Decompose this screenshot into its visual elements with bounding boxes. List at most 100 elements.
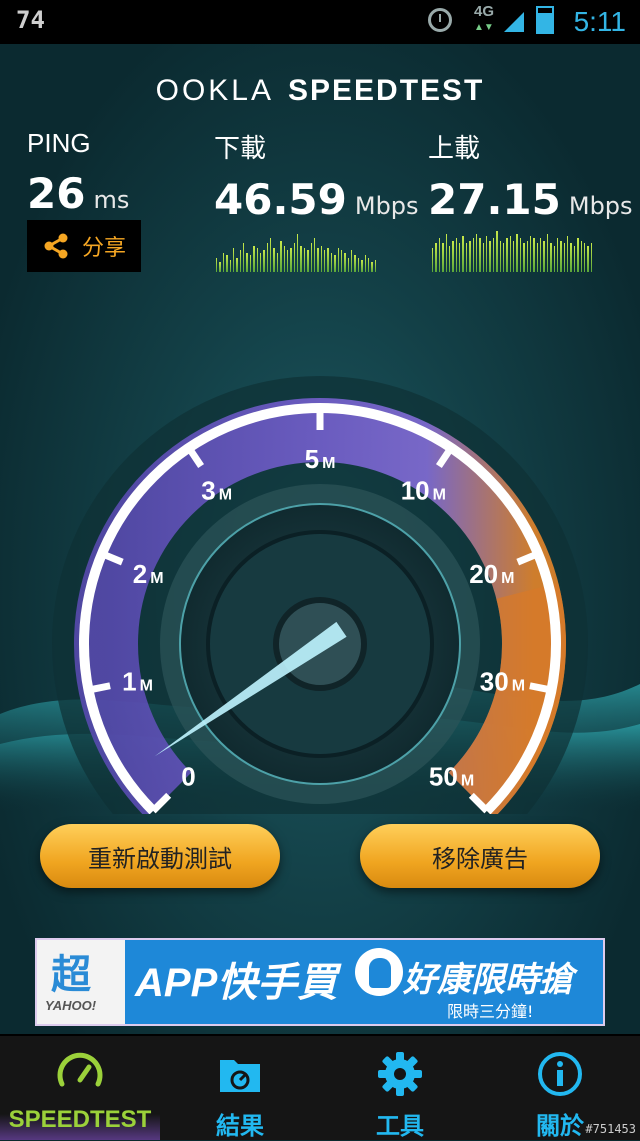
download-spark-bar (290, 248, 292, 272)
ping-stat: PING 26 ms (27, 128, 129, 218)
download-spark-bar (313, 238, 316, 272)
gear-icon (378, 1052, 422, 1096)
upload-spark-bar (469, 241, 471, 272)
upload-spark-bar (577, 238, 579, 272)
speedtest-screen: OOKLA SPEEDTEST PING 26 ms 下載 46.59 Mbps 上載… (0, 44, 640, 1034)
upload-spark-bar (435, 243, 437, 272)
upload-spark-bar (553, 246, 555, 272)
upload-spark-bar (573, 246, 576, 272)
ad-subline: 限時三分鐘! (447, 1002, 534, 1021)
upload-spark-bar (533, 238, 535, 272)
ad-brand: YAHOO! (45, 998, 97, 1013)
download-spark-bar (327, 248, 329, 272)
download-spark-bar (283, 246, 285, 272)
upload-spark-bar (455, 238, 457, 272)
download-unit: Mbps (354, 192, 419, 220)
upload-spark-bar (540, 238, 542, 272)
download-spark-bar (364, 255, 366, 272)
download-spark-bar (280, 241, 282, 272)
upload-spark-bar (570, 243, 572, 272)
upload-spark-bar (523, 243, 525, 272)
retest-button[interactable]: 重新啟動測試 (40, 824, 280, 888)
download-spark-bar (300, 246, 302, 272)
download-spark-bar (270, 238, 272, 272)
upload-stat: 上載 27.15 Mbps (428, 128, 633, 224)
download-spark-bar (219, 262, 221, 272)
alarm-icon (428, 8, 452, 32)
download-spark-bar (347, 258, 349, 272)
ad-headline: APP快手買 (135, 961, 338, 1005)
upload-spark-bar (529, 236, 532, 272)
download-spark-bar (266, 243, 268, 272)
download-spark-bar (324, 250, 326, 272)
tab-results[interactable]: 結果 (160, 1036, 320, 1140)
logo-product: SPEEDTEST (288, 74, 485, 107)
upload-spark-bar (496, 231, 498, 272)
upload-spark-bar (452, 241, 454, 272)
download-value: 46.59 (214, 175, 347, 224)
upload-spark-bar (438, 238, 441, 272)
tab-speedtest[interactable]: SPEEDTEST (0, 1036, 160, 1140)
speedometer-icon (57, 1052, 103, 1087)
upload-spark-bar (560, 241, 562, 272)
remove-ads-button[interactable]: 移除廣告 (360, 824, 600, 888)
share-button[interactable]: 分享 (27, 220, 141, 272)
upload-spark-bar (445, 234, 447, 272)
ping-label: PING (27, 128, 91, 158)
download-spark-bar (367, 258, 370, 272)
download-spark-bar (354, 255, 356, 272)
download-spark-bar (222, 253, 225, 272)
ad-banner[interactable]: 超 YAHOO! APP快手買 好康限時搶 限時三分鐘! (35, 938, 605, 1026)
download-spark-bar (357, 258, 360, 272)
upload-spark-bar (506, 238, 508, 272)
download-spark-bar (334, 255, 336, 272)
upload-spark-bar (526, 241, 528, 272)
tab-tools-label: 工具 (376, 1112, 424, 1140)
app-logo: OOKLA SPEEDTEST (0, 74, 640, 108)
tab-tools[interactable]: 工具 (320, 1036, 480, 1140)
tab-speedtest-label: SPEEDTEST (8, 1106, 152, 1133)
upload-spark-bar (580, 241, 582, 272)
upload-spark-bar (509, 236, 511, 272)
download-spark-bar (259, 253, 262, 272)
upload-label: 上載 (428, 133, 481, 163)
gauge-tick-mark (529, 682, 553, 694)
upload-spark-bar (499, 241, 501, 272)
download-spark-bar (239, 250, 241, 272)
upload-spark-bar (459, 243, 461, 272)
download-spark-bar (303, 248, 306, 272)
download-spark-bar (374, 260, 376, 272)
upload-spark-bar (590, 243, 592, 272)
hand-tap-icon (355, 948, 403, 996)
upload-unit: Mbps (568, 192, 633, 220)
upload-spark-bar (556, 238, 559, 272)
upload-spark-bar (567, 236, 569, 272)
download-stat: 下載 46.59 Mbps (214, 128, 419, 224)
share-label: 分享 (81, 236, 126, 261)
download-spark-bar (216, 258, 218, 272)
watermark: #751453 (585, 1122, 636, 1136)
upload-spark-bar (432, 248, 434, 272)
bottom-tab-bar: SPEEDTEST 結果 工具 關於 #751453 (0, 1034, 640, 1140)
download-spark-bar (307, 250, 309, 272)
status-notification-number: 74 (16, 6, 45, 34)
network-type-label: 4G (474, 3, 495, 20)
download-spark-bar (243, 243, 245, 272)
download-spark-bar (344, 253, 346, 272)
folder-results-icon (220, 1060, 260, 1092)
ad-headline-2: 好康限時搶 (403, 960, 573, 1000)
download-spark-bar (337, 248, 339, 272)
download-spark-bar (340, 250, 343, 272)
download-sparkline (216, 224, 376, 272)
upload-spark-bar (519, 238, 522, 272)
status-clock: 5:11 (573, 6, 626, 37)
upload-spark-bar (513, 241, 515, 272)
download-spark-bar (246, 253, 248, 272)
download-spark-bar (286, 250, 289, 272)
download-spark-bar (232, 248, 235, 272)
upload-spark-bar (587, 246, 589, 272)
upload-spark-bar (465, 243, 468, 272)
signal-icon (504, 12, 524, 32)
share-icon (44, 233, 68, 259)
upload-spark-bar (486, 236, 488, 272)
